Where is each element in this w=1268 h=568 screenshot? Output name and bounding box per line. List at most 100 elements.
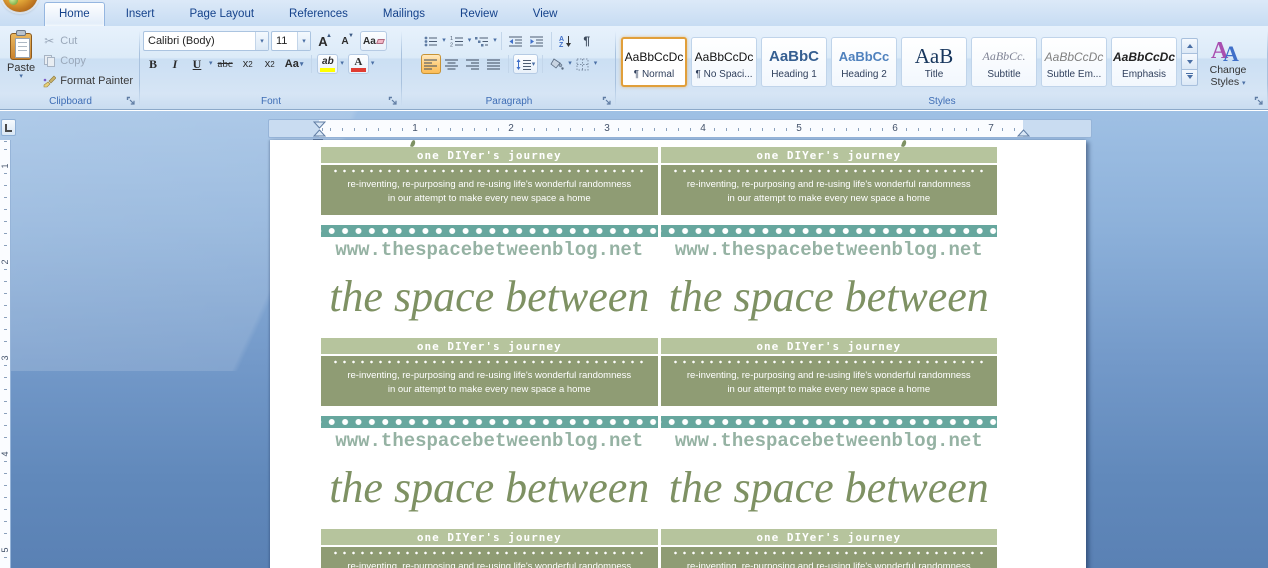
copy-button[interactable]: Copy <box>38 52 137 70</box>
italic-button[interactable]: I <box>165 54 185 74</box>
style-chip-heading-1[interactable]: AaBbCHeading 1 <box>761 37 827 87</box>
tab-insert[interactable]: Insert <box>112 3 169 26</box>
sort-button[interactable]: AZ <box>556 31 576 51</box>
hruler-number: 4 <box>698 123 708 134</box>
format-painter-button[interactable]: Format Painter <box>38 72 137 90</box>
clear-formatting-glyph: Aa <box>363 36 376 47</box>
tab-selector-button[interactable] <box>1 119 16 136</box>
vruler-number: 3 <box>0 352 10 364</box>
style-chip-subtitle[interactable]: AaBbCc.Subtitle <box>971 37 1037 87</box>
label-dots-band <box>661 225 998 237</box>
style-preview: AaB <box>915 45 954 69</box>
change-styles-button[interactable]: AA Change Styles ▾ <box>1202 34 1254 90</box>
increase-indent-button[interactable] <box>527 31 547 51</box>
right-indent-marker[interactable] <box>1017 129 1030 137</box>
superscript-button[interactable]: x2 <box>260 54 280 74</box>
styles-dialog-launcher[interactable] <box>1253 95 1265 107</box>
tagline-dotted-rule <box>331 169 647 173</box>
bold-button[interactable]: B <box>143 54 163 74</box>
style-label: Subtitle <box>987 69 1020 80</box>
borders-dropdown-arrow[interactable]: ▾ <box>594 61 598 67</box>
tab-view[interactable]: View <box>519 3 572 26</box>
style-preview: AaBbCc. <box>983 45 1026 69</box>
subscript-button[interactable]: x2 <box>238 54 258 74</box>
show-hide-pilcrow-button[interactable]: ¶ <box>577 31 597 51</box>
hruler-number: 3 <box>602 123 612 134</box>
align-center-button[interactable] <box>442 54 462 74</box>
tagline-dotted-rule <box>331 360 647 364</box>
label-unit: one DIYer's journeyone DIYer's journeyre… <box>321 338 997 522</box>
style-chip-title[interactable]: AaBTitle <box>901 37 967 87</box>
numbering-dropdown-arrow[interactable]: ▾ <box>468 38 472 44</box>
vertical-ruler: 12345 <box>0 140 11 568</box>
clipboard-dialog-launcher[interactable] <box>125 95 137 107</box>
font-size-combobox[interactable]: 11 ▾ <box>271 31 311 51</box>
styles-more-button[interactable] <box>1181 70 1198 86</box>
highlight-dropdown-arrow[interactable]: ▾ <box>340 61 344 67</box>
change-case-dropdown-arrow[interactable]: ▾ <box>300 60 304 68</box>
style-chip-emphasis[interactable]: AaBbCcDcEmphasis <box>1111 37 1177 87</box>
office-button[interactable] <box>2 0 38 12</box>
paste-dropdown-arrow[interactable]: ▾ <box>19 74 23 80</box>
first-line-indent-marker[interactable] <box>313 121 326 129</box>
font-color-button[interactable]: A <box>348 54 369 74</box>
strikethrough-button[interactable]: abc <box>215 54 236 74</box>
clear-formatting-button[interactable]: Aa <box>360 31 387 51</box>
line-spacing-dropdown-arrow[interactable]: ▾ <box>532 60 536 68</box>
shading-button[interactable] <box>547 54 567 74</box>
hanging-indent-marker[interactable] <box>313 129 326 137</box>
styles-scroll-down-button[interactable] <box>1181 54 1198 70</box>
underline-dropdown-arrow[interactable]: ▾ <box>209 61 213 67</box>
divider <box>542 55 543 73</box>
decrease-indent-button[interactable] <box>506 31 526 51</box>
shading-dropdown-arrow[interactable]: ▾ <box>568 61 572 67</box>
font-size-dropdown-arrow[interactable]: ▾ <box>297 32 310 50</box>
line-spacing-button[interactable]: ▾ <box>513 54 539 74</box>
paragraph-dialog-launcher[interactable] <box>601 95 613 107</box>
vruler-number: 2 <box>0 256 10 268</box>
style-label: Heading 1 <box>771 69 817 80</box>
tagline-line2: in our attempt to make every new space a… <box>388 193 591 205</box>
grow-font-button[interactable]: A▲ <box>313 31 333 51</box>
font-color-dropdown-arrow[interactable]: ▾ <box>371 61 375 67</box>
paste-button[interactable]: Paste ▾ <box>4 30 38 94</box>
style-chip-heading-2[interactable]: AaBbCcHeading 2 <box>831 37 897 87</box>
style-chip-no-spaci[interactable]: AaBbCcDc¶ No Spaci... <box>691 37 757 87</box>
highlight-button[interactable]: ab <box>317 54 338 74</box>
align-left-button[interactable] <box>421 54 441 74</box>
font-name-combobox[interactable]: Calibri (Body) ▾ <box>143 31 269 51</box>
tab-review[interactable]: Review <box>446 3 512 26</box>
align-right-button[interactable] <box>463 54 483 74</box>
font-dialog-launcher[interactable] <box>387 95 399 107</box>
tab-mailings[interactable]: Mailings <box>369 3 439 26</box>
style-label: ¶ No Spaci... <box>695 69 752 80</box>
styles-scroll-up-button[interactable] <box>1181 38 1198 54</box>
style-chip-subtle-em[interactable]: AaBbCcDcSubtle Em... <box>1041 37 1107 87</box>
bullets-dropdown-arrow[interactable]: ▾ <box>442 38 446 44</box>
multilevel-list-button[interactable] <box>472 31 492 51</box>
multilevel-dropdown-arrow[interactable]: ▾ <box>493 38 497 44</box>
style-preview: AaBbCcDc <box>695 45 754 69</box>
bullets-button[interactable] <box>421 31 441 51</box>
clipboard-group-label: Clipboard <box>49 96 92 107</box>
cut-button[interactable]: ✂ Cut <box>38 32 137 50</box>
change-case-button[interactable]: Aa▾ <box>282 54 307 74</box>
ribbon-tabs: Home Insert Page Layout References Mailings R… <box>44 2 571 26</box>
eraser-icon <box>376 39 385 44</box>
label-band-title: one DIYer's journey <box>661 338 998 354</box>
style-chip-normal[interactable]: AaBbCcDc¶ Normal <box>621 37 687 87</box>
tab-references[interactable]: References <box>275 3 362 26</box>
font-name-dropdown-arrow[interactable]: ▾ <box>255 32 268 50</box>
document-page[interactable]: one DIYer's journeyone DIYer's journeyre… <box>270 140 1086 568</box>
tab-page-layout[interactable]: Page Layout <box>175 3 268 26</box>
styles-gallery-scrollbar <box>1181 38 1198 86</box>
underline-button[interactable]: U <box>187 54 207 74</box>
svg-text:2: 2 <box>450 42 453 47</box>
shrink-font-button[interactable]: A▼ <box>335 31 355 51</box>
borders-button[interactable] <box>573 54 593 74</box>
tagline-line1: re-inventing, re-purposing and re-using … <box>347 370 631 382</box>
paragraph-group-label: Paragraph <box>486 96 533 107</box>
tab-home[interactable]: Home <box>44 2 105 26</box>
justify-button[interactable] <box>484 54 504 74</box>
numbering-button[interactable]: 12 <box>447 31 467 51</box>
